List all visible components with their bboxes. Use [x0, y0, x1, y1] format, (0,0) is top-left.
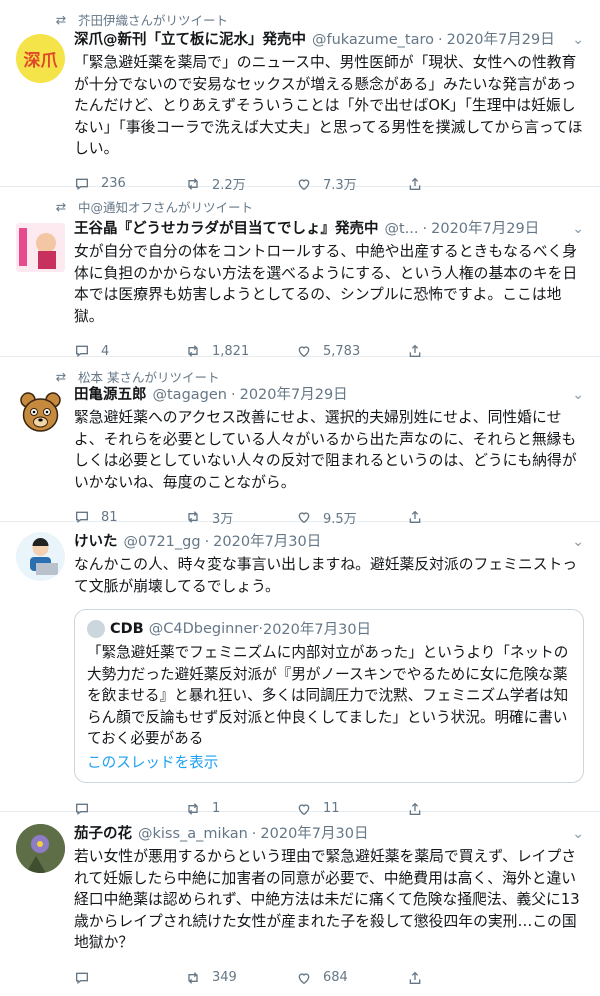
share-icon — [409, 971, 421, 984]
share-button[interactable] — [407, 970, 518, 986]
tweet-text: なんかこの人、時々変な事言い出しますね。避妊薬反対派のフェミニストって文脈が崩壊… — [74, 556, 578, 595]
avatar[interactable] — [16, 824, 65, 873]
bear-avatar-image — [20, 392, 61, 432]
tweet-date[interactable]: 2020年7月29日 — [431, 219, 539, 239]
avatar-text: 深爪 — [23, 51, 58, 71]
chevron-down-icon[interactable]: ⌄ — [572, 387, 584, 403]
tweet-date[interactable]: 2020年7月30日 — [260, 824, 368, 844]
chevron-down-icon[interactable]: ⌄ — [572, 534, 584, 550]
reply-button[interactable] — [74, 970, 185, 986]
avatar[interactable] — [16, 532, 65, 581]
retweet-count: 349 — [212, 970, 237, 985]
retweet-context: ⇄ 中@通知オフさんがリツイート — [52, 197, 253, 216]
person-at-laptop-image — [30, 538, 58, 575]
display-name[interactable]: 田亀源五郎 — [74, 385, 147, 405]
eggplant-flower-image — [16, 824, 65, 873]
like-button[interactable]: 684 — [296, 970, 407, 986]
retweet-icon: ⇄ — [55, 369, 67, 384]
tweet[interactable]: ⌄ 茄子の花 @kiss_a_mikan · 2020年7月30日 若い女性が悪… — [0, 812, 600, 985]
like-count: 684 — [323, 970, 348, 985]
tweet[interactable]: ⇄ 芥田伊織さんがリツイート 深爪 ⌄ 深爪@新刊「立て板に泥水」発売中 @fu… — [0, 0, 600, 193]
avatar[interactable] — [16, 223, 65, 272]
retweet-icon — [188, 971, 198, 984]
user-handle[interactable]: @tagagen — [153, 385, 227, 405]
display-name[interactable]: 茄子の花 — [74, 824, 132, 844]
retweet-button[interactable]: 349 — [185, 970, 296, 986]
chevron-down-icon[interactable]: ⌄ — [572, 32, 584, 48]
chevron-down-icon[interactable]: ⌄ — [572, 221, 584, 237]
retweet-context: ⇄ 松本 某さんがリツイート — [52, 367, 220, 386]
quoted-date: 2020年7月30日 — [262, 622, 372, 638]
tweet[interactable]: ⇄ 松本 某さんがリツイート ⌄ 田亀源五郎 @tagagen · 2020年7… — [0, 357, 600, 527]
user-handle[interactable]: @fukazume_taro — [312, 30, 434, 50]
user-handle[interactable]: @kiss_a_mikan — [138, 824, 248, 844]
quoted-display-name: CDB — [110, 620, 144, 637]
quoted-text: 「緊急避妊薬でフェミニズムに内部対立があった」というより「ネットの大勢力だった避… — [87, 644, 569, 747]
heart-icon — [298, 972, 310, 984]
retweet-context: ⇄ 芥田伊織さんがリツイート — [52, 10, 228, 29]
tweet[interactable]: ⌄ けいた @0721_gg · 2020年7月30日 なんかこの人、時々変な事… — [0, 522, 600, 816]
quoted-tweet[interactable]: CDB @C4Dbeginner · 2020年7月30日 「緊急避妊薬でフェミ… — [74, 609, 584, 783]
quoted-user-handle: @C4Dbeginner — [148, 620, 259, 637]
tweet-text: 緊急避妊薬へのアクセス改善にせよ、選択的夫婦別姓にせよ、同性婚にせよ、それらを必… — [74, 409, 577, 491]
user-handle[interactable]: @0721_gg — [124, 532, 201, 552]
retweet-icon: ⇄ — [55, 12, 67, 27]
tweet-date[interactable]: 2020年7月29日 — [240, 385, 348, 405]
avatar[interactable] — [16, 387, 65, 436]
show-thread-link[interactable]: このスレッドを表示 — [87, 752, 571, 774]
display-name[interactable]: けいた — [74, 532, 118, 552]
tweet-text: 女が自分で自分の体をコントロールする、中絶や出産するときもなるべく身体に負担のか… — [74, 243, 578, 325]
tweet[interactable]: ⇄ 中@通知オフさんがリツイート ⌄ 王谷晶『どうせカラダが目当てでしょ』発売中… — [0, 187, 600, 359]
display-name[interactable]: 深爪@新刊「立て板に泥水」発売中 — [74, 30, 306, 50]
tweet-text: 「緊急避妊薬を薬局で」のニュース中、男性医師が「現状、女性への性教育が十分でない… — [74, 54, 583, 157]
tweet-text: 若い女性が悪用するからという理由で緊急避妊薬を薬局で買えず、レイプされて妊娠した… — [74, 848, 580, 951]
avatar[interactable]: 深爪 — [16, 34, 65, 83]
user-handle[interactable]: @t... — [385, 219, 419, 239]
chevron-down-icon[interactable]: ⌄ — [572, 826, 584, 842]
quoted-avatar — [87, 619, 105, 638]
tweet-date[interactable]: 2020年7月30日 — [213, 532, 321, 552]
tweet-date[interactable]: 2020年7月29日 — [447, 30, 555, 50]
tweet-actions: 349 684 — [74, 960, 584, 996]
book-cover-image — [16, 223, 65, 272]
reply-icon — [76, 972, 88, 984]
retweet-icon: ⇄ — [55, 199, 67, 214]
display-name[interactable]: 王谷晶『どうせカラダが目当てでしょ』発売中 — [74, 219, 379, 239]
